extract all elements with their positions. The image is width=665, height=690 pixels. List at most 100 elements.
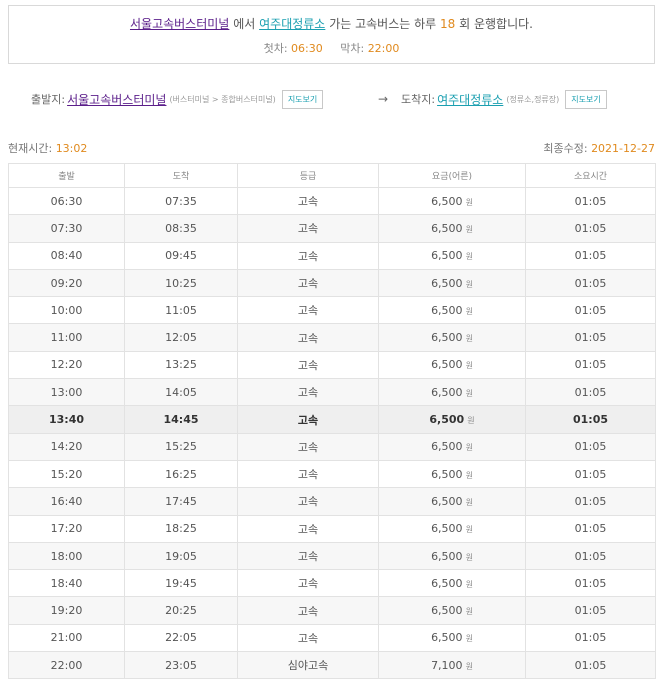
departure-time: 09:20 xyxy=(8,268,125,298)
first-bus-time: 06:30 xyxy=(291,42,323,55)
arrival-time: 15:25 xyxy=(124,432,238,461)
origin-terminal-link[interactable]: 서울고속버스터미널 xyxy=(130,17,229,31)
currency-unit: 원 xyxy=(465,388,473,398)
departure-time: 13:40 xyxy=(8,405,125,434)
departure-time: 08:40 xyxy=(8,241,125,270)
departure-map-button[interactable]: 지도보기 xyxy=(281,89,324,109)
fare-amount: 6,500 xyxy=(431,494,463,508)
departure-time: 22:00 xyxy=(8,651,125,680)
currency-unit: 원 xyxy=(465,334,473,344)
departure-time: 10:00 xyxy=(8,296,125,325)
arrival-time: 09:45 xyxy=(124,241,238,270)
right-arrow-icon: → xyxy=(378,92,389,106)
table-row: 12:20 13:25 고속 6,500 원 01:05 xyxy=(8,350,656,380)
timetable: 출발 도착 등급 요금(어른) 소요시간 06:30 07:35 고속 6,50… xyxy=(8,163,656,680)
table-row: 11:00 12:05 고속 6,500 원 01:05 xyxy=(8,323,656,352)
currency-unit: 원 xyxy=(465,306,473,316)
currency-unit: 원 xyxy=(465,634,473,644)
bus-grade: 고속 xyxy=(237,514,379,543)
route-summary-box: 서울고속버스터미널 에서 여주대정류소 가는 고속버스는 하루 18 회 운행합… xyxy=(8,5,655,64)
departure-time: 06:30 xyxy=(8,186,125,216)
fare-amount: 6,500 xyxy=(431,522,463,536)
fare-amount: 6,500 xyxy=(431,467,463,481)
table-row: 17:20 18:25 고속 6,500 원 01:05 xyxy=(8,514,656,543)
trip-duration: 01:05 xyxy=(525,186,656,216)
bus-grade: 고속 xyxy=(237,569,379,598)
fare-cell: 6,500 원 xyxy=(378,378,526,407)
last-bus-label: 막차: xyxy=(340,42,365,55)
trip-duration: 01:05 xyxy=(525,378,656,407)
fare-amount: 6,500 xyxy=(431,549,463,563)
timetable-header-row: 출발 도착 등급 요금(어른) 소요시간 xyxy=(8,163,656,188)
trip-duration: 01:05 xyxy=(525,569,656,598)
table-row: 13:00 14:05 고속 6,500 원 01:05 xyxy=(8,378,656,407)
bus-grade: 고속 xyxy=(237,268,379,298)
table-row: 18:00 19:05 고속 6,500 원 01:05 xyxy=(8,541,656,571)
bus-grade: 고속 xyxy=(237,323,379,352)
table-row: 19:20 20:25 고속 6,500 원 01:05 xyxy=(8,596,656,625)
table-row: 22:00 23:05 심야고속 7,100 원 01:05 xyxy=(8,651,656,680)
fare-amount: 6,500 xyxy=(431,385,463,399)
header-fare: 요금(어른) xyxy=(378,163,526,188)
fare-cell: 6,500 원 xyxy=(378,569,526,598)
arrival-category: (정류소,정류장) xyxy=(506,94,560,104)
currency-unit: 원 xyxy=(465,552,473,562)
fare-amount: 6,500 xyxy=(431,276,463,290)
header-grade: 등급 xyxy=(237,163,379,188)
arrival-time: 19:05 xyxy=(124,541,238,571)
arrival-time: 13:25 xyxy=(124,350,238,380)
fare-amount: 6,500 xyxy=(431,358,463,372)
fare-amount: 6,500 xyxy=(431,194,463,208)
departure-time: 11:00 xyxy=(8,323,125,352)
currency-unit: 원 xyxy=(465,607,473,617)
table-row: 09:20 10:25 고속 6,500 원 01:05 xyxy=(8,268,656,298)
departure-category: (버스터미널 > 종합버스터미널) xyxy=(169,94,276,104)
fare-cell: 6,500 원 xyxy=(378,186,526,216)
arrival-time: 12:05 xyxy=(124,323,238,352)
trip-duration: 01:05 xyxy=(525,241,656,270)
departure-name-link[interactable]: 서울고속버스터미널 xyxy=(67,91,166,108)
departure-time: 17:20 xyxy=(8,514,125,543)
table-row: 08:40 09:45 고속 6,500 원 01:05 xyxy=(8,241,656,270)
currency-unit: 원 xyxy=(465,470,473,480)
arrival-time: 19:45 xyxy=(124,569,238,598)
table-row: 10:00 11:05 고속 6,500 원 01:05 xyxy=(8,296,656,325)
trip-duration: 01:05 xyxy=(525,596,656,625)
trip-duration: 01:05 xyxy=(525,296,656,325)
route-info: 출발지: 서울고속버스터미널 (버스터미널 > 종합버스터미널) 지도보기 → … xyxy=(0,88,665,110)
fare-amount: 6,500 xyxy=(429,413,465,427)
fare-amount: 6,500 xyxy=(431,331,463,345)
current-time-value: 13:02 xyxy=(55,142,88,155)
currency-unit: 원 xyxy=(465,443,473,453)
fare-cell: 6,500 원 xyxy=(378,405,526,434)
table-row: 07:30 08:35 고속 6,500 원 01:05 xyxy=(8,214,656,243)
bus-grade: 고속 xyxy=(237,432,379,461)
fare-amount: 6,500 xyxy=(431,440,463,454)
fare-cell: 6,500 원 xyxy=(378,268,526,298)
fare-cell: 7,100 원 xyxy=(378,651,526,680)
bus-grade: 고속 xyxy=(237,487,379,516)
currency-unit: 원 xyxy=(465,224,473,234)
fare-cell: 6,500 원 xyxy=(378,541,526,571)
bus-grade: 고속 xyxy=(237,541,379,571)
departure-time: 13:00 xyxy=(8,378,125,407)
bus-grade: 고속 xyxy=(237,241,379,270)
trip-duration: 01:05 xyxy=(525,214,656,243)
departure-label: 출발지: xyxy=(31,93,66,106)
summary-text-to: 가는 고속버스는 하루 xyxy=(329,17,437,31)
first-last-times: 첫차: 06:30 막차: 22:00 xyxy=(9,40,654,56)
arrival-name-link[interactable]: 여주대정류소 xyxy=(437,91,503,108)
fare-cell: 6,500 원 xyxy=(378,350,526,380)
bus-grade: 고속 xyxy=(237,405,379,434)
destination-stop-link[interactable]: 여주대정류소 xyxy=(259,17,325,31)
arrival-time: 10:25 xyxy=(124,268,238,298)
arrival-map-button[interactable]: 지도보기 xyxy=(565,89,607,109)
fare-cell: 6,500 원 xyxy=(378,241,526,270)
trip-duration: 01:05 xyxy=(525,350,656,380)
currency-unit: 원 xyxy=(465,361,473,371)
arrival-info: 도착지: 여주대정류소 (정류소,정류장) 지도보기 xyxy=(401,88,607,110)
bus-grade: 고속 xyxy=(237,623,379,653)
departure-time: 16:40 xyxy=(8,487,125,516)
current-time: 현재시간: 13:02 xyxy=(8,140,87,156)
daily-count: 18 xyxy=(440,17,456,31)
